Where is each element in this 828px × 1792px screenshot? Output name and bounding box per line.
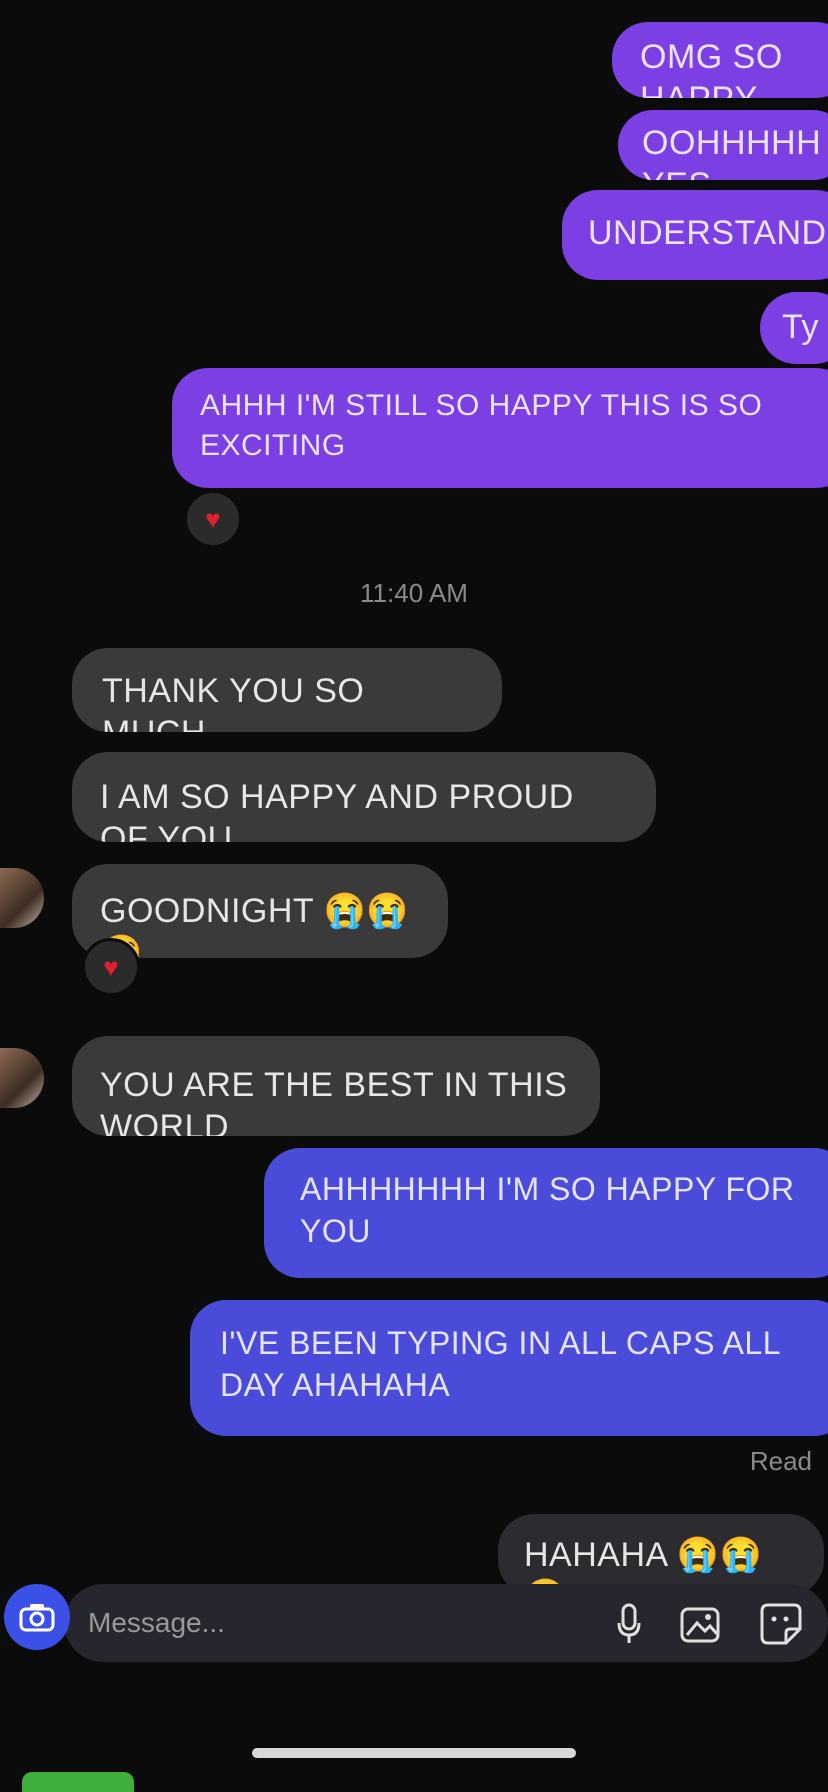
message-text: AHHHHHHH I'M SO HAPPY FOR YOU <box>300 1171 795 1249</box>
read-receipt: Read <box>749 1446 812 1476</box>
message-text: AHHH I'M STILL SO HAPPY THIS IS SO EXCIT… <box>200 389 763 462</box>
home-indicator[interactable] <box>252 1748 576 1758</box>
timestamp: 11:40 AM <box>360 578 468 608</box>
microphone-icon <box>617 1603 641 1643</box>
sent-message[interactable]: OOHHHHH YES <box>618 110 828 180</box>
avatar[interactable] <box>0 868 44 928</box>
received-message[interactable]: YOU ARE THE BEST IN THIS WORLD <box>72 1036 600 1136</box>
message-text: I AM SO HAPPY AND PROUD OF YOU <box>100 778 574 842</box>
sent-message[interactable]: OMG SO HAPPY <box>612 22 828 98</box>
sent-message[interactable]: I'VE BEEN TYPING IN ALL CAPS ALL DAY AHA… <box>190 1300 828 1436</box>
microphone-button[interactable] <box>604 1596 654 1652</box>
sent-message[interactable]: AHHH I'M STILL SO HAPPY THIS IS SO EXCIT… <box>172 368 828 488</box>
sent-message[interactable]: AHHHHHHH I'M SO HAPPY FOR YOU <box>264 1148 828 1278</box>
sent-message[interactable]: Ty <box>760 292 828 364</box>
message-text: YOU ARE THE BEST IN THIS WORLD <box>100 1066 568 1136</box>
gallery-button[interactable] <box>676 1596 726 1652</box>
message-input[interactable] <box>86 1602 510 1644</box>
received-message[interactable]: I AM SO HAPPY AND PROUD OF YOU <box>72 752 656 842</box>
heart-reaction-icon[interactable]: ♥ <box>82 938 140 996</box>
message-composer <box>0 1576 828 1668</box>
message-text: UNDERSTANDING <box>588 214 828 252</box>
message-text: OMG SO HAPPY <box>640 38 783 98</box>
gallery-icon <box>680 1607 720 1643</box>
heart-reaction-icon[interactable]: ♥ <box>184 490 242 548</box>
camera-icon <box>19 1604 55 1632</box>
sticker-icon <box>760 1603 802 1645</box>
message-text: Ty <box>782 308 819 346</box>
sticker-button[interactable] <box>756 1596 806 1652</box>
message-text: GOODNIGHT 😭😭😭 <box>100 892 410 958</box>
received-message[interactable]: THANK YOU SO MUCH <box>72 648 502 732</box>
message-text: I'VE BEEN TYPING IN ALL CAPS ALL DAY AHA… <box>220 1325 780 1403</box>
sent-message[interactable]: UNDERSTANDING <box>562 190 828 280</box>
camera-button[interactable] <box>4 1584 70 1650</box>
message-text: THANK YOU SO MUCH <box>102 672 365 732</box>
status-pill <box>22 1772 134 1792</box>
avatar[interactable] <box>0 1048 44 1108</box>
message-text: OOHHHHH YES <box>642 124 822 180</box>
